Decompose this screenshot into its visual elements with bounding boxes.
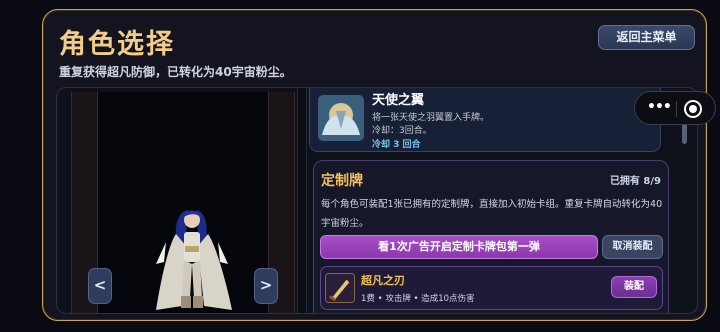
target-close-icon[interactable]: [684, 100, 702, 118]
skill-card-cooldown-tag: 冷却 3 回合: [372, 140, 421, 150]
content-area: < > 天使之翼 将一张天使之羽翼置入手牌。 冷却：3回合。 冷却 3 回合 定…: [56, 87, 698, 314]
character-preview-panel: < >: [71, 92, 295, 313]
custom-card-section: 定制牌 已拥有 8/9 每个角色可装配1张已拥有的定制牌，直接加入初始卡组。重复…: [313, 160, 669, 313]
card-list-pane: 天使之翼 将一张天使之羽翼置入手牌。 冷却：3回合。 冷却 3 回合 定制牌 已…: [309, 88, 689, 313]
skill-card[interactable]: 天使之翼 将一张天使之羽翼置入手牌。 冷却：3回合。 冷却 3 回合: [309, 88, 661, 152]
character-select-modal: 角色选择 重复获得超凡防御，已转化为40宇宙粉尘。 返回主菜单 < > 天使之翼…: [42, 9, 707, 321]
cancel-equip-button[interactable]: 取消装配: [602, 235, 663, 259]
skill-card-description: 将一张天使之羽翼置入手牌。: [372, 113, 490, 123]
conversion-notice: 重复获得超凡防御，已转化为40宇宙粉尘。: [59, 65, 292, 79]
back-to-main-menu-button[interactable]: 返回主菜单: [598, 25, 695, 50]
equip-button[interactable]: 装配: [611, 276, 657, 298]
custom-card-name: 超凡之刃: [361, 274, 405, 287]
custom-card-meta: 1费 • 攻击牌 • 造成10点伤害: [361, 294, 475, 304]
capsule-divider: [676, 101, 677, 117]
prev-character-button[interactable]: <: [88, 268, 112, 304]
blade-card-art: [325, 273, 355, 303]
skill-card-cooldown: 冷却：3回合。: [372, 126, 432, 136]
next-character-button[interactable]: >: [254, 268, 278, 304]
angel-wings-card-art: [318, 95, 364, 141]
custom-card-title: 定制牌: [321, 173, 363, 189]
watch-ad-button[interactable]: 看1次广告开启定制卡牌包第一弹: [320, 235, 598, 259]
divider-column: [297, 88, 307, 313]
page-title: 角色选择: [59, 29, 175, 60]
more-dots-icon[interactable]: •••: [647, 99, 672, 115]
owned-count: 已拥有 8/9: [609, 176, 661, 187]
custom-card-description: 每个角色可装配1张已拥有的定制牌，直接加入初始卡组。重复卡牌自动转化为40宇宙粉…: [321, 199, 663, 229]
skill-card-name: 天使之翼: [372, 93, 425, 108]
custom-card-item[interactable]: 超凡之刃 1费 • 攻击牌 • 造成10点伤害 装配: [320, 266, 663, 310]
mini-program-capsule: •••: [634, 91, 716, 125]
character-portrait: [156, 210, 232, 310]
